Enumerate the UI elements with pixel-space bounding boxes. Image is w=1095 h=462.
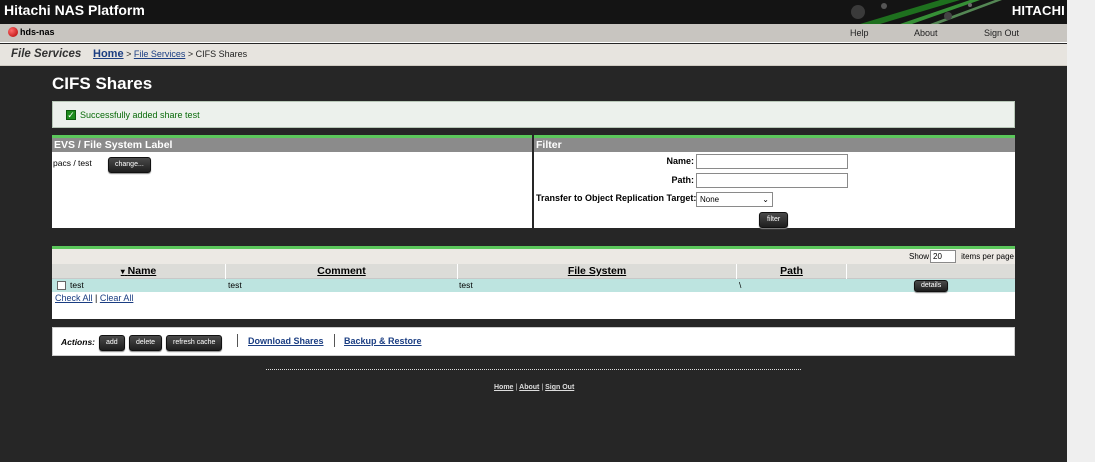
evs-panel: EVS / File System Label pacs / test chan… xyxy=(52,135,532,228)
link-separator: | xyxy=(92,293,100,303)
name-filter-input[interactable] xyxy=(696,154,848,169)
filter-panel-header: Filter xyxy=(534,138,1015,152)
about-link[interactable]: About xyxy=(914,28,938,38)
footer-signout-link[interactable]: Sign Out xyxy=(545,384,574,391)
actions-divider xyxy=(334,334,335,347)
breadcrumb-sep: > xyxy=(185,49,196,59)
column-header-filesystem[interactable]: File System xyxy=(458,264,737,279)
column-header-path[interactable]: Path xyxy=(737,264,847,279)
signout-link[interactable]: Sign Out xyxy=(984,28,1019,38)
breadcrumb-file-services[interactable]: File Services xyxy=(134,49,186,59)
column-header-comment[interactable]: Comment xyxy=(226,264,458,279)
page-title: CIFS Shares xyxy=(52,74,153,93)
brand-logo: HITACHI xyxy=(1011,3,1065,18)
right-margin xyxy=(1067,0,1095,462)
footer-divider xyxy=(266,369,801,370)
help-link[interactable]: Help xyxy=(850,28,869,38)
add-button[interactable]: add xyxy=(99,335,125,351)
table-row: test test test \ details xyxy=(52,279,1015,292)
success-text: Successfully added share test xyxy=(80,110,200,120)
sort-desc-icon: ▾ xyxy=(120,267,125,276)
selection-links: Check All | Clear All xyxy=(52,292,1015,305)
show-label: Show xyxy=(908,252,929,261)
breadcrumb-bar: File Services Home > File Services > CIF… xyxy=(0,44,1067,66)
success-message: ✓ Successfully added share test xyxy=(52,101,1015,128)
footer-links: Home | About | Sign Out xyxy=(494,384,574,391)
row-filesystem: test xyxy=(459,280,473,290)
evs-filesystem-label: pacs / test xyxy=(53,158,92,168)
footer-home-link[interactable]: Home xyxy=(494,384,513,391)
success-check-icon: ✓ xyxy=(66,110,76,120)
top-nav: hds-nas Help About Sign Out xyxy=(0,24,1067,43)
breadcrumb-sep: > xyxy=(123,49,134,59)
page-background: Hitachi NAS Platform HITACHI hds-nas Hel… xyxy=(0,0,1067,462)
actions-bar: Actions: add delete refresh cache Downlo… xyxy=(52,327,1015,356)
download-shares-link[interactable]: Download Shares xyxy=(248,336,324,346)
table-header: ▾ Name Comment File System Path xyxy=(52,264,1015,279)
path-filter-input[interactable] xyxy=(696,173,848,188)
actions-divider xyxy=(237,334,238,347)
change-button[interactable]: change... xyxy=(108,157,151,173)
row-name: test xyxy=(70,280,84,290)
details-button[interactable]: details xyxy=(914,280,949,292)
row-checkbox[interactable] xyxy=(57,281,66,290)
items-per-page-label: items per page xyxy=(961,252,1014,261)
actions-label: Actions: xyxy=(61,337,95,347)
check-all-link[interactable]: Check All xyxy=(55,293,93,303)
path-label: Path: xyxy=(671,175,695,185)
items-per-page-input[interactable]: 20 xyxy=(930,250,956,263)
delete-button[interactable]: delete xyxy=(129,335,163,351)
filter-button[interactable]: filter xyxy=(759,212,789,228)
transfer-select[interactable]: None ⌄ xyxy=(696,192,773,207)
backup-restore-link[interactable]: Backup & Restore xyxy=(344,336,422,346)
footer-about-link[interactable]: About xyxy=(519,384,539,391)
clear-all-link[interactable]: Clear All xyxy=(100,293,134,303)
host-indicator: hds-nas xyxy=(8,27,55,37)
breadcrumb-current: CIFS Shares xyxy=(195,49,248,59)
header-decoration-graphic xyxy=(851,0,1002,24)
chevron-down-icon: ⌄ xyxy=(762,195,769,204)
name-label: Name: xyxy=(666,156,694,166)
shares-table: Show 20 items per page ▾ Name Comment Fi… xyxy=(52,246,1015,319)
transfer-label: Transfer to Object Replication Target: xyxy=(536,193,697,203)
app-header: Hitachi NAS Platform HITACHI xyxy=(0,0,1067,24)
refresh-cache-button[interactable]: refresh cache xyxy=(166,335,223,351)
host-name: hds-nas xyxy=(20,27,55,37)
breadcrumb-home[interactable]: Home xyxy=(93,48,124,60)
column-header-name-label: Name xyxy=(127,265,157,277)
app-title: Hitachi NAS Platform xyxy=(4,2,145,18)
row-comment: test xyxy=(228,280,242,290)
breadcrumb: Home > File Services > CIFS Shares xyxy=(93,48,247,60)
status-dot-icon xyxy=(8,27,18,37)
pagination-bar: Show 20 items per page xyxy=(52,249,1015,264)
row-path: \ xyxy=(739,280,742,290)
column-header-name[interactable]: ▾ Name xyxy=(52,264,226,279)
evs-panel-header: EVS / File System Label xyxy=(52,138,532,152)
section-title: File Services xyxy=(11,48,82,60)
filter-panel: Filter Name: Path: Transfer to Object Re… xyxy=(534,135,1015,228)
transfer-select-value: None xyxy=(700,195,720,204)
